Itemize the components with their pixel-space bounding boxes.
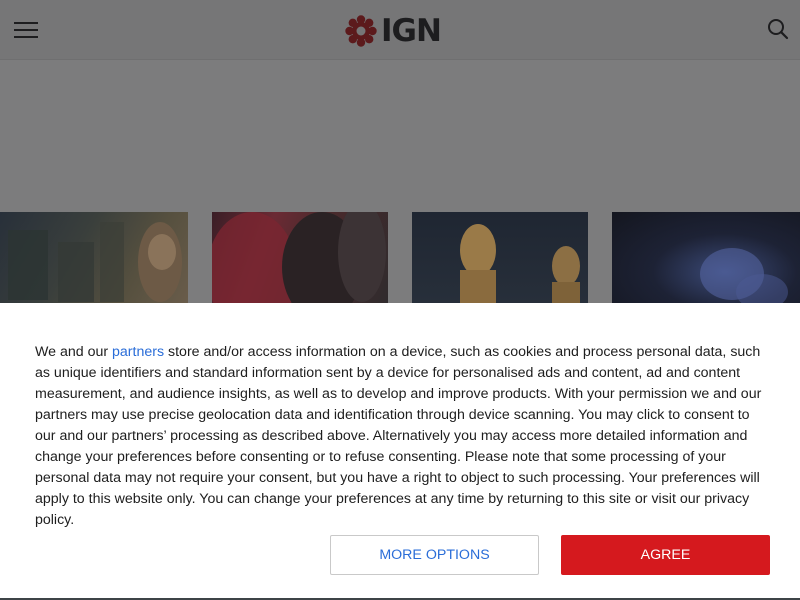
- thumbnail-art-1: [8, 222, 182, 302]
- more-options-button[interactable]: MORE OPTIONS: [330, 535, 539, 575]
- thumbnail-art-4: [700, 248, 788, 310]
- agree-button[interactable]: AGREE: [561, 535, 770, 575]
- consent-text: We and our partners store and/or access …: [35, 342, 770, 531]
- search-icon[interactable]: [766, 17, 790, 41]
- consent-text-body: store and/or access information on a dev…: [35, 344, 762, 528]
- ign-logo-mark-icon: [345, 15, 377, 47]
- logo-text: IGN: [381, 13, 442, 49]
- site-header: IGN: [0, 0, 800, 60]
- article-thumbnail-1[interactable]: [0, 212, 188, 312]
- partners-link[interactable]: partners: [112, 344, 164, 360]
- article-thumbnail-4[interactable]: [612, 212, 800, 312]
- thumbnail-art-2: [212, 212, 386, 312]
- thumbnail-art-3: [460, 224, 580, 312]
- ign-logo[interactable]: IGN: [345, 14, 457, 48]
- consent-dialog: We and our partners store and/or access …: [0, 303, 800, 600]
- hamburger-menu-icon[interactable]: [14, 22, 38, 38]
- article-thumbnail-3[interactable]: [412, 212, 588, 312]
- article-thumbnail-2[interactable]: [212, 212, 388, 312]
- consent-text-intro: We and our: [35, 344, 113, 360]
- ad-placeholder: [0, 61, 800, 211]
